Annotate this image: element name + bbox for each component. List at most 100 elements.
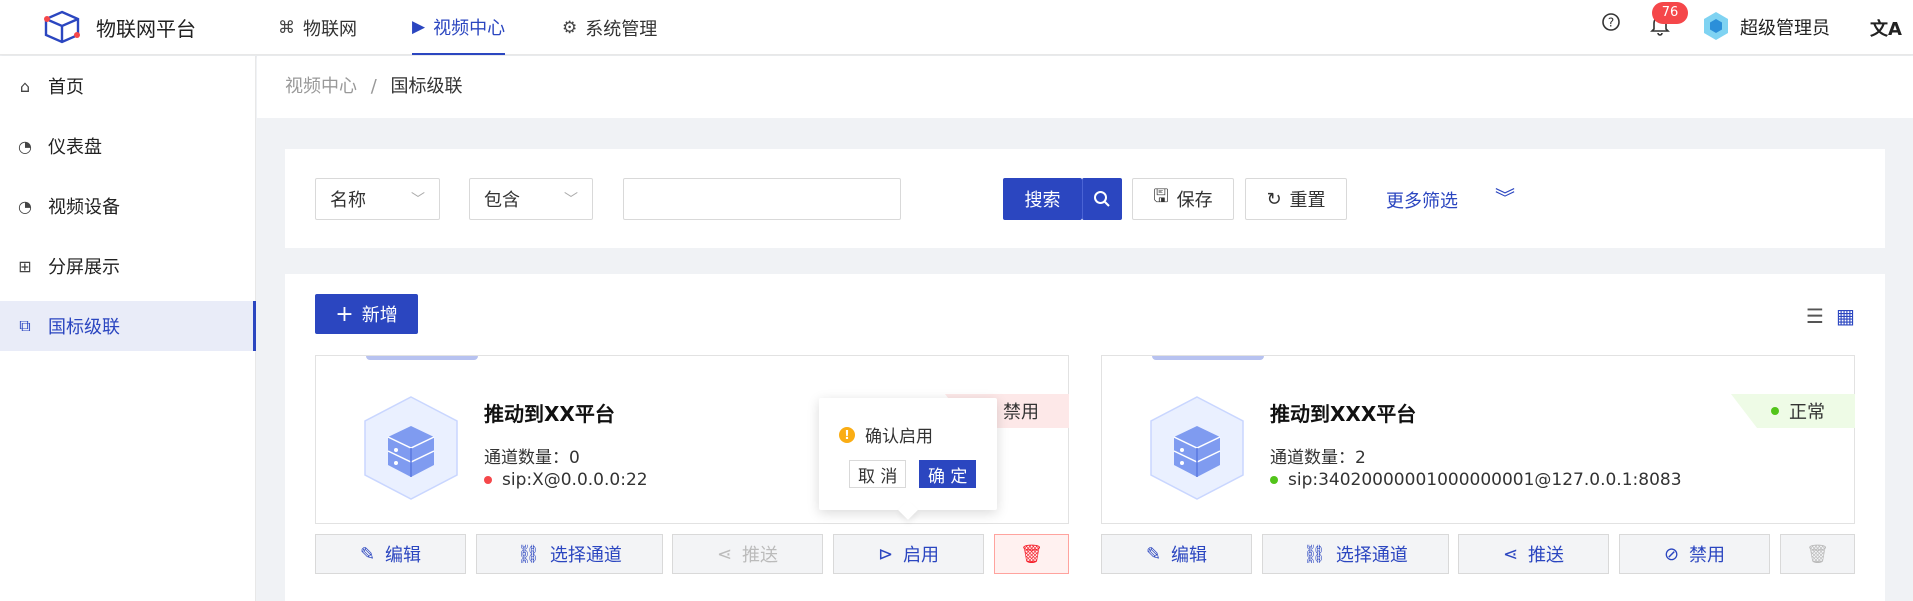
sip-address: sip:34020000001000000001@127.0.0.1:8083	[1270, 470, 1682, 490]
cascade-icon: ⧉	[19, 316, 31, 335]
add-button[interactable]: + 新增	[315, 294, 418, 334]
breadcrumb-current: 国标级联	[390, 76, 463, 97]
disable-button-label: 禁用	[1689, 545, 1726, 566]
delete-button[interactable]: 🗑	[994, 534, 1069, 574]
grid-view-icon[interactable]: ▦	[1836, 304, 1855, 328]
card-top-accent	[366, 356, 478, 360]
sidebar-item-dashboard[interactable]: ◔ 仪表盘	[0, 121, 256, 171]
user-avatar[interactable]	[1702, 11, 1730, 46]
video-play-icon: ▶	[412, 16, 426, 37]
channel-count-value: 0	[569, 448, 580, 468]
settings-icon: ⚙	[562, 17, 578, 38]
field-select[interactable]: 名称 ﹀	[315, 178, 440, 220]
breadcrumb-parent[interactable]: 视频中心	[285, 76, 357, 97]
card-top-accent	[1152, 356, 1264, 360]
nav-iot[interactable]: ⌘ 物联网	[278, 0, 357, 55]
play-circle-icon: ⊳	[877, 543, 894, 565]
edit-button-label: 编辑	[385, 545, 422, 566]
share-icon: ⋖	[716, 543, 733, 565]
help-icon[interactable]: ?	[1601, 12, 1621, 37]
svg-text:?: ?	[1608, 16, 1614, 30]
select-channel-button-label: 选择通道	[549, 545, 622, 566]
channel-count-label: 通道数量：	[1270, 448, 1355, 468]
confirm-message: ! 确认启用	[839, 422, 933, 447]
sidebar-item-home[interactable]: ⌂ 首页	[0, 61, 256, 111]
dashboard-icon: ◔	[18, 136, 32, 156]
trash-icon: 🗑	[1806, 543, 1829, 565]
status-dot	[1270, 476, 1278, 484]
sidebar-item-split-screen[interactable]: ⊞ 分屏展示	[0, 241, 256, 291]
select-channel-button-label: 选择通道	[1335, 545, 1408, 566]
sidebar-item-label: 首页	[48, 77, 84, 98]
push-button-label: 推送	[742, 545, 779, 566]
select-channel-button[interactable]: ⛓ 选择通道	[1262, 534, 1449, 574]
nav-system-label: 系统管理	[585, 18, 658, 40]
reset-button[interactable]: ↻ 重置	[1245, 178, 1347, 220]
enable-button-label: 启用	[903, 545, 940, 566]
push-button[interactable]: ⋖ 推送	[1458, 534, 1609, 574]
sip-address-value: sip:34020000001000000001@127.0.0.1:8083	[1288, 470, 1682, 490]
select-channel-button[interactable]: ⛓ 选择通道	[476, 534, 663, 574]
operator-select[interactable]: 包含 ﹀	[469, 178, 593, 220]
field-select-value: 名称	[330, 190, 366, 211]
link-icon: ⛓	[517, 543, 540, 565]
channel-count-value: 2	[1355, 448, 1366, 468]
server-icon	[1150, 396, 1244, 500]
push-button-label: 推送	[1528, 545, 1565, 566]
channel-count-label: 通道数量：	[484, 448, 569, 468]
app-title: 物联网平台	[96, 17, 196, 41]
link-icon: ⛓	[1303, 543, 1326, 565]
list-view-icon[interactable]: ☰	[1806, 304, 1824, 328]
search-icon[interactable]	[1082, 178, 1122, 220]
ban-icon: ⊘	[1663, 543, 1680, 565]
status-dot	[484, 476, 492, 484]
sip-address: sip:X@0.0.0.0:22	[484, 470, 648, 490]
confirm-message-text: 确认启用	[865, 427, 933, 447]
translate-icon[interactable]: 文A	[1870, 15, 1902, 41]
warning-icon: !	[839, 426, 855, 443]
sidebar-item-label: 仪表盘	[48, 137, 102, 158]
status-label: 禁用	[1003, 402, 1039, 423]
sidebar-item-video-device[interactable]: ◔ 视频设备	[0, 181, 256, 231]
enable-button[interactable]: ⊳ 启用	[833, 534, 984, 574]
sidebar-item-label: 分屏展示	[48, 257, 120, 278]
nav-video-center[interactable]: ▶ 视频中心	[412, 0, 506, 55]
status-label: 正常	[1789, 402, 1825, 423]
user-name[interactable]: 超级管理员	[1740, 14, 1830, 40]
cancel-button[interactable]: 取 消	[849, 460, 907, 488]
save-button[interactable]: 🖫 保存	[1132, 178, 1234, 220]
card-title: 推动到XX平台	[484, 402, 615, 426]
edit-icon: ✎	[1145, 543, 1162, 565]
plus-icon: +	[335, 301, 354, 327]
sidebar-item-cascade[interactable]: ⧉ 国标级联	[0, 301, 256, 351]
iot-icon: ⌘	[278, 17, 295, 38]
disable-button[interactable]: ⊘ 禁用	[1619, 534, 1770, 574]
confirm-popover: ! 确认启用 取 消 确 定	[819, 398, 997, 510]
sidebar-item-label: 视频设备	[48, 197, 120, 218]
save-button-label: 保存	[1176, 190, 1213, 211]
sidebar-item-label: 国标级联	[48, 317, 120, 338]
search-input[interactable]	[623, 178, 901, 220]
split-screen-icon: ⊞	[18, 256, 32, 276]
home-icon: ⌂	[19, 76, 31, 96]
operator-select-value: 包含	[484, 190, 520, 211]
server-icon	[364, 396, 458, 500]
trash-icon: 🗑	[1020, 543, 1043, 565]
channel-count: 通道数量：0	[484, 443, 580, 468]
more-filters-link[interactable]: 更多筛选	[1386, 187, 1458, 213]
edit-button[interactable]: ✎ 编辑	[1101, 534, 1252, 574]
confirm-button[interactable]: 确 定	[919, 460, 977, 488]
nav-system[interactable]: ⚙ 系统管理	[562, 0, 657, 55]
delete-button[interactable]: 🗑	[1780, 534, 1855, 574]
edit-button[interactable]: ✎ 编辑	[315, 534, 466, 574]
reset-button-label: 重置	[1289, 190, 1326, 211]
push-button[interactable]: ⋖ 推送	[672, 534, 823, 574]
expand-chevron-icon[interactable]: ︾	[1495, 182, 1515, 211]
video-device-icon: ◔	[18, 196, 32, 216]
search-button[interactable]: 搜索	[1003, 178, 1082, 220]
card-title: 推动到XXX平台	[1270, 402, 1417, 426]
save-icon: 🖫	[1153, 186, 1169, 207]
sip-address-value: sip:X@0.0.0.0:22	[502, 470, 648, 490]
reset-icon: ↻	[1266, 188, 1282, 210]
breadcrumb-separator: /	[370, 76, 377, 97]
